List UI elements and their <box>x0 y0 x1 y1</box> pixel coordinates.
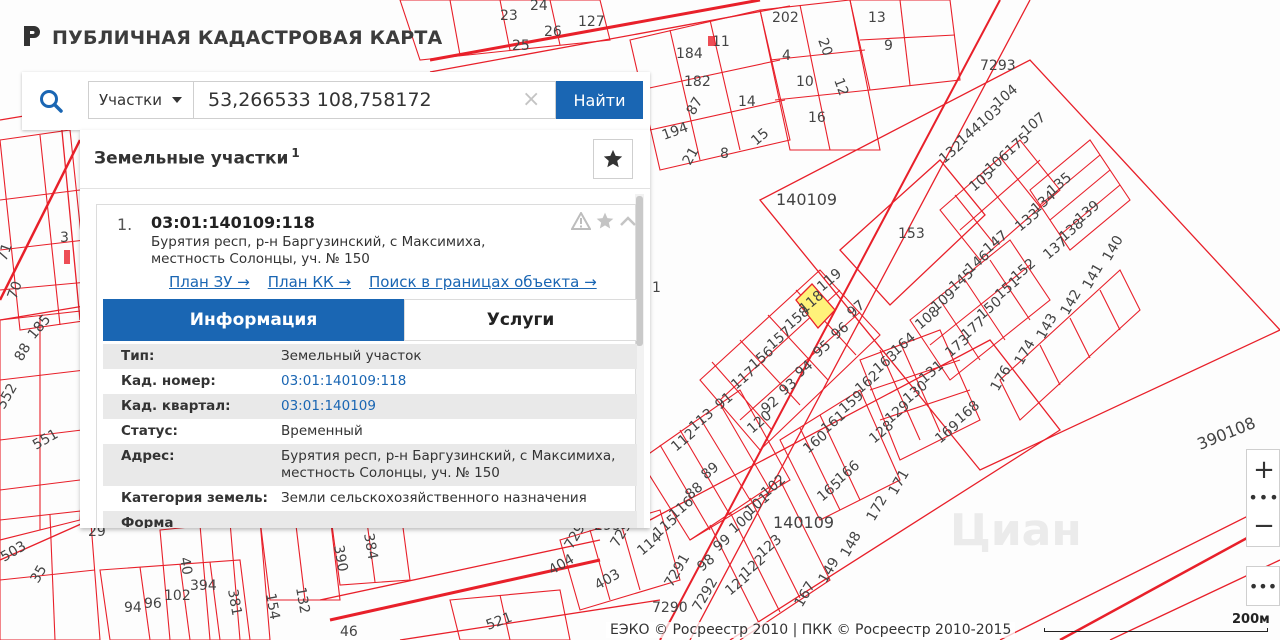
brand: ПУБЛИЧНАЯ КАДАСТРОВАЯ КАРТА <box>22 24 442 52</box>
svg-text:3: 3 <box>60 230 69 246</box>
chevron-up-icon[interactable] <box>619 214 637 228</box>
table-row: Адрес: Бурятия респ, р-н Баргузинский, с… <box>103 444 637 486</box>
svg-text:182: 182 <box>684 74 711 90</box>
scrollbar-thumb[interactable] <box>636 196 643 346</box>
table-row: Кад. квартал: 03:01:140109 <box>103 394 637 419</box>
row-key: Статус: <box>121 423 178 439</box>
zoom-level-icon: ••• <box>1248 487 1280 507</box>
svg-text:153: 153 <box>898 226 925 242</box>
row-value-link[interactable]: 03:01:140109 <box>281 398 621 415</box>
more-button[interactable]: ••• <box>1246 566 1280 606</box>
svg-text:94: 94 <box>124 600 142 616</box>
watermark: Циан <box>950 505 1082 556</box>
row-key: Категория земель: <box>121 490 268 506</box>
svg-text:127: 127 <box>578 14 605 30</box>
zoom-in-button[interactable]: + <box>1247 450 1280 490</box>
row-value: Временный <box>281 423 363 439</box>
scale-bar <box>1044 628 1268 632</box>
row-key: Тип: <box>121 348 155 364</box>
map-attribution: ЕЭКО © Росреестр 2010 | ПКК © Росреестр … <box>606 622 1016 638</box>
panel-title: Земельные участки 1 <box>94 146 300 169</box>
tab-services[interactable]: Услуги <box>404 299 637 341</box>
table-row: Кад. номер: 03:01:140109:118 <box>103 369 637 394</box>
svg-text:16: 16 <box>808 110 826 126</box>
warning-icon[interactable] <box>571 212 591 230</box>
svg-text:96: 96 <box>144 596 162 612</box>
row-key: Кад. номер: <box>121 373 216 389</box>
row-key: Адрес: <box>121 448 175 464</box>
svg-text:1: 1 <box>652 280 661 296</box>
svg-text:25: 25 <box>512 38 530 54</box>
star-icon[interactable] <box>595 211 615 231</box>
svg-text:10: 10 <box>796 74 814 90</box>
app-title: ПУБЛИЧНАЯ КАДАСТРОВАЯ КАРТА <box>52 27 443 49</box>
svg-text:46: 46 <box>340 624 358 640</box>
zoom-out-button[interactable]: − <box>1247 506 1280 546</box>
link-plan-kk[interactable]: План КК → <box>268 273 351 291</box>
results-panel: Земельные участки 1 1. 03:01:140109:118 Б… <box>80 130 650 528</box>
link-search-in-bounds[interactable]: Поиск в границах объекта → <box>369 273 597 291</box>
result-actions <box>571 211 637 231</box>
close-icon[interactable]: × <box>522 88 540 112</box>
zoom-control: + ••• − <box>1246 449 1280 547</box>
table-row: Форма <box>103 511 637 528</box>
svg-text:8: 8 <box>720 146 729 162</box>
result-links: План ЗУ → План КК → Поиск в границах объ… <box>169 273 597 291</box>
svg-text:202: 202 <box>772 10 799 26</box>
link-plan-zu[interactable]: План ЗУ → <box>169 273 250 291</box>
row-value-link[interactable]: 03:01:140109:118 <box>281 373 621 390</box>
svg-text:4: 4 <box>782 48 791 64</box>
row-key: Кад. квартал: <box>121 398 231 414</box>
svg-text:13: 13 <box>868 10 886 26</box>
favorite-button[interactable] <box>593 139 633 179</box>
tab-info[interactable]: Информация <box>103 299 404 341</box>
svg-text:7290: 7290 <box>652 600 688 616</box>
row-value: Бурятия респ, р-н Баргузинский, с Максим… <box>281 448 616 481</box>
table-row: Категория земель: Земли сельскохозяйстве… <box>103 486 637 511</box>
row-value: Земельный участок <box>281 348 422 364</box>
scale-label: 200м <box>1232 612 1270 627</box>
row-key: Форма <box>121 515 174 528</box>
svg-text:140109: 140109 <box>773 513 834 532</box>
row-value: Земли сельскохозяйственного назначения <box>281 490 587 506</box>
table-row: Тип: Земельный участок <box>103 344 637 369</box>
search-type-label: Участки <box>99 91 162 109</box>
find-button[interactable]: Найти <box>556 81 643 119</box>
svg-text:394: 394 <box>190 578 217 594</box>
svg-text:24: 24 <box>530 0 548 14</box>
result-index: 1. <box>117 215 133 234</box>
search-type-select[interactable]: Участки <box>88 81 194 119</box>
svg-text:102: 102 <box>164 588 191 604</box>
svg-text:140109: 140109 <box>776 190 837 209</box>
svg-text:9: 9 <box>884 38 893 54</box>
svg-text:14: 14 <box>738 94 756 110</box>
search-bar: Участки × Найти <box>22 72 650 130</box>
result-tabs: Информация Услуги <box>103 299 637 341</box>
svg-text:23: 23 <box>500 8 518 24</box>
result-address: Бурятия респ, р-н Баргузинский, с Максим… <box>151 234 486 267</box>
row-value <box>281 515 621 528</box>
svg-text:7293: 7293 <box>980 58 1016 74</box>
chevron-down-icon <box>172 97 182 103</box>
results-count: 1 <box>291 146 300 160</box>
svg-text:26: 26 <box>544 24 562 40</box>
svg-text:184: 184 <box>676 46 703 62</box>
search-input[interactable] <box>194 81 556 119</box>
result-card: 1. 03:01:140109:118 Бурятия респ, р-н Ба… <box>96 204 637 528</box>
result-cadastral-number[interactable]: 03:01:140109:118 <box>151 213 315 232</box>
panel-header: Земельные участки 1 <box>80 130 650 189</box>
table-row: Статус: Временный <box>103 419 637 444</box>
search-icon[interactable] <box>22 72 80 130</box>
info-table: Тип: Земельный участок Кад. номер: 03:01… <box>103 344 637 528</box>
star-icon <box>603 149 623 168</box>
svg-text:40: 40 <box>176 556 195 576</box>
pkk-logo-icon <box>22 24 42 52</box>
